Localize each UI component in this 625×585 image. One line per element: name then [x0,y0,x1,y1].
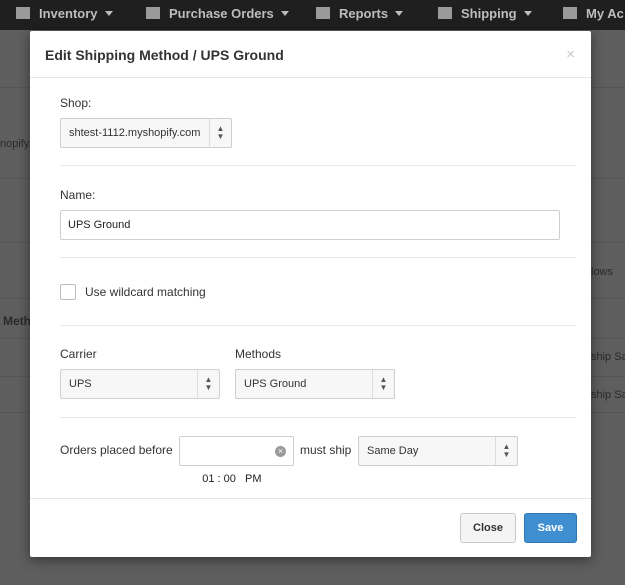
wildcard-checkbox[interactable] [60,284,76,300]
wildcard-label: Use wildcard matching [85,285,206,299]
carrier-select-value: UPS [69,378,92,390]
background-text: nopify. [0,138,32,150]
document-icon [146,7,160,19]
bar-chart-icon [316,7,330,19]
background-text: ship Sa [591,351,625,363]
select-arrows-icon: ▲ ▼ [495,437,517,465]
select-arrows-icon: ▲ ▼ [372,370,394,398]
nav-purchase-orders[interactable]: Purchase Orders [146,6,289,21]
background-header: Meth [3,314,31,328]
name-input[interactable]: UPS Ground [60,210,560,240]
shop-select[interactable]: shtest-1112.myshopify.com ▲ ▼ [60,118,232,148]
chevron-down-icon [104,11,113,16]
orders-placed-label: Orders placed before [60,443,173,457]
must-ship-label: must ship [300,443,352,457]
close-button[interactable]: Close [460,513,516,543]
nav-my-account-label: My Ac [586,6,624,21]
name-field-group: Name: [60,188,576,202]
nav-reports-label: Reports [339,6,389,21]
select-arrows-icon: ▲ ▼ [209,119,231,147]
close-icon[interactable]: × [566,46,575,63]
edit-shipping-method-modal: Edit Shipping Method / UPS Ground × Shop… [30,31,591,557]
section-divider [60,417,576,418]
background-text: lows [591,266,614,278]
carrier-label: Carrier [60,347,97,361]
nav-inventory-label: Inventory [39,6,98,21]
shop-label: Shop: [60,96,92,110]
wrench-icon [563,7,577,19]
modal-title: Edit Shipping Method / UPS Ground [45,47,284,63]
chevron-down-icon [280,11,289,16]
methods-select-value: UPS Ground [244,378,307,390]
nav-shipping-label: Shipping [461,6,517,21]
nav-my-account[interactable]: My Ac [563,6,624,21]
modal-header: Edit Shipping Method / UPS Ground × [30,31,591,78]
name-label: Name: [60,188,96,202]
clear-icon[interactable]: × [275,446,286,457]
chevron-down-icon [395,11,404,16]
nav-inventory[interactable]: Inventory [16,6,113,21]
nav-shipping[interactable]: Shipping [438,6,532,21]
background-text: ship Sa [591,389,625,401]
top-navbar: Inventory Purchase Orders Reports Shippi… [0,0,625,30]
section-divider [60,165,576,166]
must-ship-select[interactable]: Same Day ▲ ▼ [358,436,518,466]
modal-footer: Close Save [30,498,591,557]
methods-label: Methods [235,347,282,361]
save-button[interactable]: Save [524,513,577,543]
select-arrows-icon: ▲ ▼ [197,370,219,398]
tag-icon [16,7,30,19]
section-divider [60,257,576,258]
carrier-select[interactable]: UPS ▲ ▼ [60,369,220,399]
shop-field-group: Shop: [60,96,576,110]
must-ship-select-value: Same Day [367,445,419,457]
section-divider [60,325,576,326]
truck-icon [438,7,452,19]
order-cutoff-time-input[interactable]: 01 : 00 PM × [179,436,294,485]
shop-select-value: shtest-1112.myshopify.com [69,127,201,139]
nav-purchase-orders-label: Purchase Orders [169,6,274,21]
methods-select[interactable]: UPS Ground ▲ ▼ [235,369,395,399]
chevron-down-icon [523,11,532,16]
order-cutoff-time-value: 01 : 00 PM [202,473,262,485]
nav-reports[interactable]: Reports [316,6,404,21]
